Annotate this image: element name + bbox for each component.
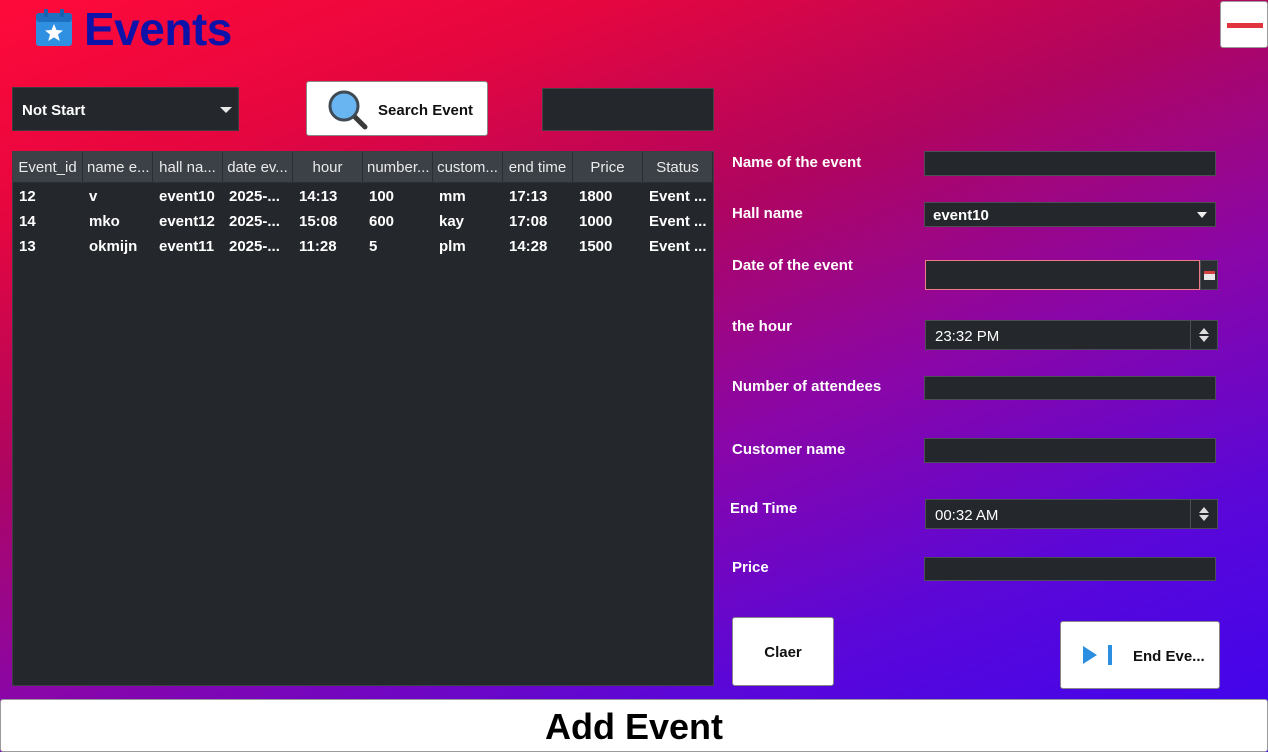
table-cell: plm xyxy=(439,238,466,255)
add-event-button[interactable]: Add Event xyxy=(0,699,1268,752)
column-header[interactable]: number... xyxy=(363,152,433,183)
column-header[interactable]: custom... xyxy=(433,152,503,183)
search-event-button[interactable]: Search Event xyxy=(306,81,488,136)
end-time-spinner[interactable]: 00:32 AM xyxy=(925,499,1218,529)
table-cell: v xyxy=(89,188,98,205)
table-body: 12 v event10 2025-... 14:13 100 mm 17:13… xyxy=(13,184,713,259)
hall-name-label: Hall name xyxy=(732,205,803,222)
calendar-icon xyxy=(1204,271,1215,280)
customer-name-input[interactable] xyxy=(924,438,1216,463)
table-cell: 14:28 xyxy=(509,238,548,255)
clear-button[interactable]: Claer xyxy=(732,617,834,686)
table-cell: 14:13 xyxy=(299,188,338,205)
table-cell: 14 xyxy=(19,213,36,230)
search-icon xyxy=(328,90,368,130)
price-input[interactable] xyxy=(924,557,1216,581)
arrow-down-icon[interactable] xyxy=(1199,515,1209,521)
hour-spinner[interactable]: 23:32 PM xyxy=(925,320,1218,350)
attendees-label: Number of attendees xyxy=(732,378,882,395)
clear-button-label: Claer xyxy=(764,644,802,661)
column-header[interactable]: Price xyxy=(573,152,643,183)
table-cell: 2025-... xyxy=(229,238,280,255)
table-cell: 13 xyxy=(19,238,36,255)
table-cell: 12 xyxy=(19,188,36,205)
table-cell: 100 xyxy=(369,188,395,205)
end-event-label: End Eve... xyxy=(1133,648,1205,665)
arrow-up-icon[interactable] xyxy=(1199,328,1209,334)
hall-name-value: event10 xyxy=(933,207,989,224)
add-event-label: Add Event xyxy=(544,706,723,747)
skip-end-icon xyxy=(1083,645,1112,665)
table-cell: 2025-... xyxy=(229,188,280,205)
table-cell: 11:28 xyxy=(299,238,337,255)
column-header[interactable]: end time xyxy=(503,152,573,183)
table-cell: 15:08 xyxy=(299,213,338,230)
table-cell: Event ... xyxy=(649,188,707,205)
table-cell: 1500 xyxy=(579,238,613,255)
status-filter-value: Not Start xyxy=(22,102,86,119)
table-cell: 2025-... xyxy=(229,213,280,230)
table-row[interactable]: 14 mko event12 2025-... 15:08 600 kay 17… xyxy=(13,209,713,234)
arrow-up-icon[interactable] xyxy=(1199,507,1209,513)
table-cell: 1000 xyxy=(579,213,613,230)
column-header[interactable]: date ev... xyxy=(223,152,293,183)
chevron-down-icon xyxy=(220,107,232,113)
table-cell: okmijn xyxy=(89,238,138,255)
calendar-button[interactable] xyxy=(1200,260,1218,290)
events-table[interactable]: Event_id name e... hall na... date ev...… xyxy=(12,151,714,686)
column-header[interactable]: hall na... xyxy=(153,152,223,183)
minus-icon xyxy=(1227,23,1263,28)
hall-name-select[interactable]: event10 xyxy=(924,202,1216,227)
event-name-label: Name of the event xyxy=(732,154,862,171)
table-row[interactable]: 12 v event10 2025-... 14:13 100 mm 17:13… xyxy=(13,184,713,209)
minimize-button[interactable] xyxy=(1220,1,1268,48)
price-label: Price xyxy=(732,559,769,576)
table-cell: event12 xyxy=(159,213,215,230)
chevron-down-icon xyxy=(1197,212,1207,218)
column-header[interactable]: hour xyxy=(293,152,363,183)
end-time-value: 00:32 AM xyxy=(935,507,999,524)
table-cell: mko xyxy=(89,213,120,230)
table-cell: event10 xyxy=(159,188,215,205)
arrow-down-icon[interactable] xyxy=(1199,336,1209,342)
table-cell: mm xyxy=(439,188,466,205)
event-date-label: Date of the event xyxy=(732,257,853,274)
spinner-arrows[interactable] xyxy=(1190,500,1217,528)
end-time-label: End Time xyxy=(730,500,798,517)
table-cell: Event ... xyxy=(649,213,707,230)
event-date-input[interactable] xyxy=(925,260,1200,290)
table-cell: 1800 xyxy=(579,188,613,205)
search-event-label: Search Event xyxy=(378,102,474,119)
status-filter-select[interactable]: Not Start xyxy=(12,87,239,131)
column-header[interactable]: name e... xyxy=(83,152,153,183)
table-cell: kay xyxy=(439,213,465,230)
event-name-input[interactable] xyxy=(924,151,1216,176)
hour-label: the hour xyxy=(732,318,792,335)
table-cell: 600 xyxy=(369,213,395,230)
table-cell: Event ... xyxy=(649,238,707,255)
search-input[interactable] xyxy=(542,88,714,131)
calendar-star-icon xyxy=(35,9,73,47)
page-title: Events xyxy=(84,3,232,55)
customer-name-label: Customer name xyxy=(732,441,846,458)
table-cell: 5 xyxy=(369,238,378,255)
attendees-input[interactable] xyxy=(924,376,1216,400)
table-cell: event11 xyxy=(159,238,215,255)
table-row[interactable]: 13 okmijn event11 2025-... 11:28 5 plm 1… xyxy=(13,234,713,259)
column-header[interactable]: Status xyxy=(643,152,713,183)
table-cell: 17:13 xyxy=(509,188,548,205)
hour-value: 23:32 PM xyxy=(935,328,1000,345)
table-header: Event_id name e... hall na... date ev...… xyxy=(13,152,713,183)
spinner-arrows[interactable] xyxy=(1190,321,1217,349)
table-cell: 17:08 xyxy=(509,213,548,230)
column-header[interactable]: Event_id xyxy=(13,152,83,183)
end-event-button[interactable]: End Eve... xyxy=(1060,621,1220,689)
